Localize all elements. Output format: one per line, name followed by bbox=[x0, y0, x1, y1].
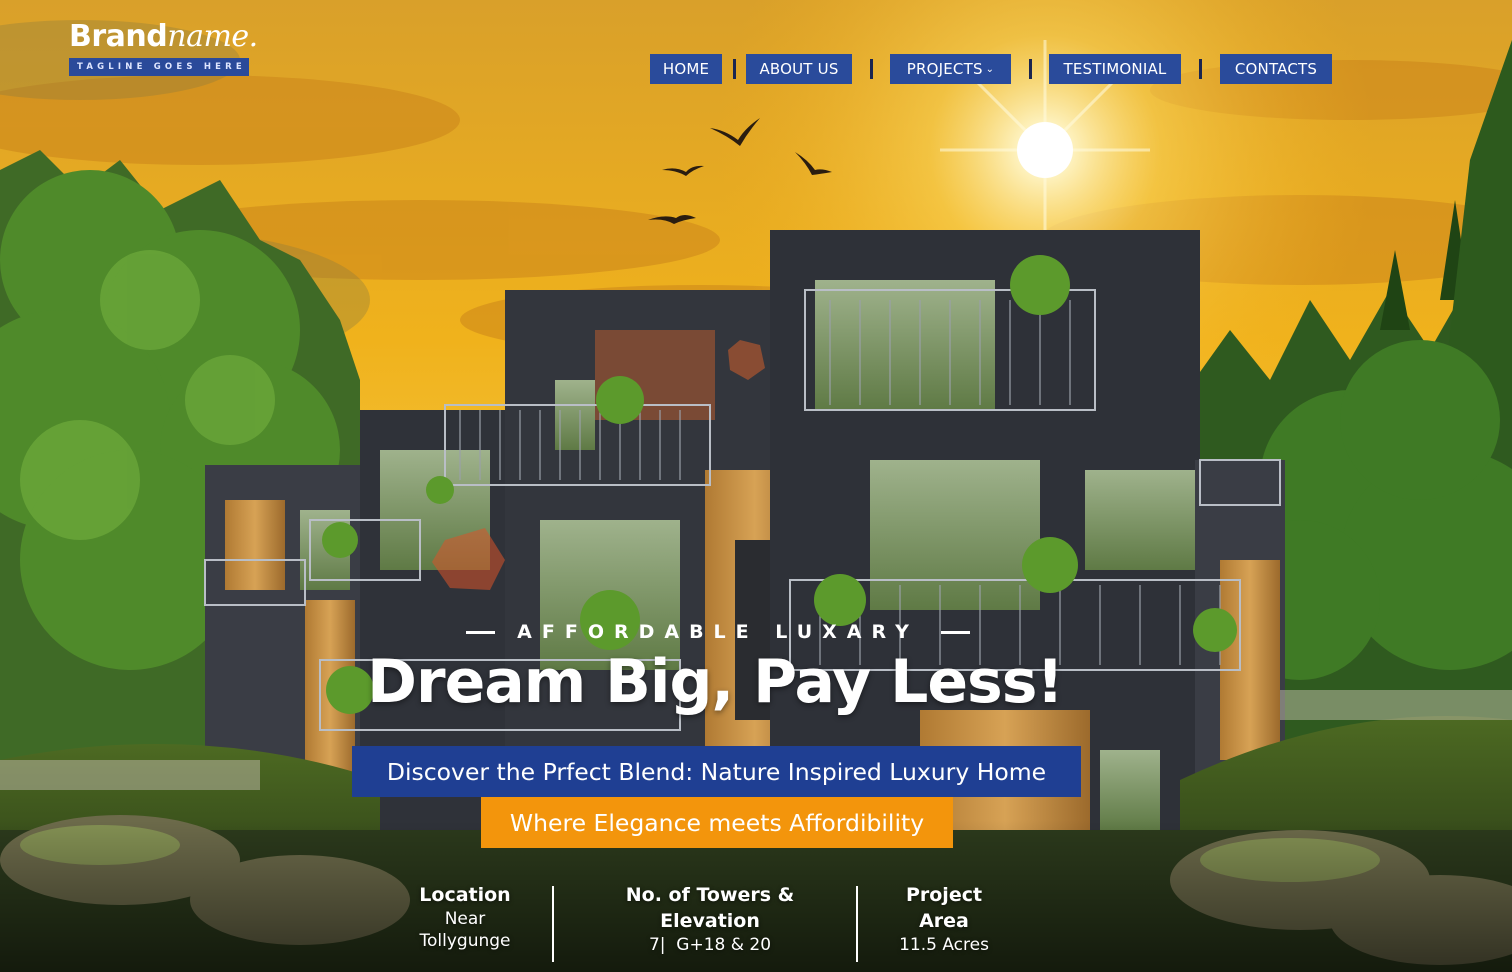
eyebrow-line-right bbox=[940, 630, 970, 634]
hero-tagline: Where Elegance meets Affordibility bbox=[481, 797, 953, 848]
stat-title: Project bbox=[905, 884, 983, 906]
stat-divider bbox=[856, 886, 858, 962]
nav-item-home[interactable]: HOME bbox=[650, 54, 722, 84]
stat-project-area: Project Area 11.5 Acres bbox=[870, 882, 1018, 956]
nav-separator bbox=[722, 59, 746, 79]
hero-headline: Dream Big, Pay Less! bbox=[367, 647, 1064, 717]
stat-value: Tollygunge bbox=[419, 931, 511, 951]
nav-separator-bar bbox=[1028, 59, 1032, 79]
nav-separator bbox=[1181, 59, 1220, 79]
nav-item-label: HOME bbox=[662, 60, 710, 78]
brand-wordmark: Brandname. bbox=[69, 20, 258, 54]
stat-value: 11.5 Acres bbox=[899, 935, 989, 955]
stat-value: 7| G+18 & 20 bbox=[648, 935, 772, 955]
eyebrow-line-left bbox=[466, 630, 496, 634]
nav-separator-bar bbox=[732, 59, 736, 79]
nav-item-label: ABOUT US bbox=[759, 60, 839, 78]
project-stats: Location Near Tollygunge No. of Towers &… bbox=[380, 882, 1020, 962]
nav-item-projects[interactable]: PROJECTS ⌄ bbox=[890, 54, 1011, 84]
nav-item-about-us[interactable]: ABOUT US bbox=[746, 54, 852, 84]
brand-name-bold: Brand bbox=[69, 19, 168, 54]
nav-separator-bar bbox=[1199, 59, 1202, 79]
hero-eyebrow: AFFORDABLE LUXARY bbox=[466, 621, 970, 643]
nav-separator bbox=[1011, 59, 1049, 79]
nav-item-label: CONTACTS bbox=[1234, 60, 1318, 78]
stat-towers: No. of Towers & Elevation 7| G+18 & 20 bbox=[580, 882, 840, 956]
stat-location: Location Near Tollygunge bbox=[380, 882, 550, 952]
stat-divider bbox=[552, 886, 554, 962]
chevron-down-icon: ⌄ bbox=[985, 63, 995, 75]
main-nav: HOME ABOUT US PROJECTS ⌄ TESTIMONIAL CONT… bbox=[650, 54, 1332, 84]
nav-item-testimonial[interactable]: TESTIMONIAL bbox=[1049, 54, 1181, 84]
stat-title: Area bbox=[919, 910, 969, 932]
nav-item-label: TESTIMONIAL bbox=[1063, 60, 1167, 78]
stat-value: Near bbox=[444, 909, 486, 929]
hero-subheadline: Discover the Prfect Blend: Nature Inspir… bbox=[352, 746, 1081, 797]
nav-separator-bar bbox=[869, 59, 873, 79]
stat-title: Location bbox=[419, 884, 511, 906]
nav-item-contacts[interactable]: CONTACTS bbox=[1220, 54, 1332, 84]
brand-name-italic: name. bbox=[167, 19, 258, 54]
hero-eyebrow-text: AFFORDABLE LUXARY bbox=[517, 621, 919, 643]
brand-tagline: TAGLINE GOES HERE bbox=[69, 58, 249, 76]
brand-logo[interactable]: Brandname. TAGLINE GOES HERE bbox=[69, 20, 258, 76]
nav-separator bbox=[852, 59, 890, 79]
nav-item-label: PROJECTS bbox=[906, 60, 983, 78]
stat-title: No. of Towers & bbox=[625, 884, 795, 906]
stat-title: Elevation bbox=[660, 910, 760, 932]
